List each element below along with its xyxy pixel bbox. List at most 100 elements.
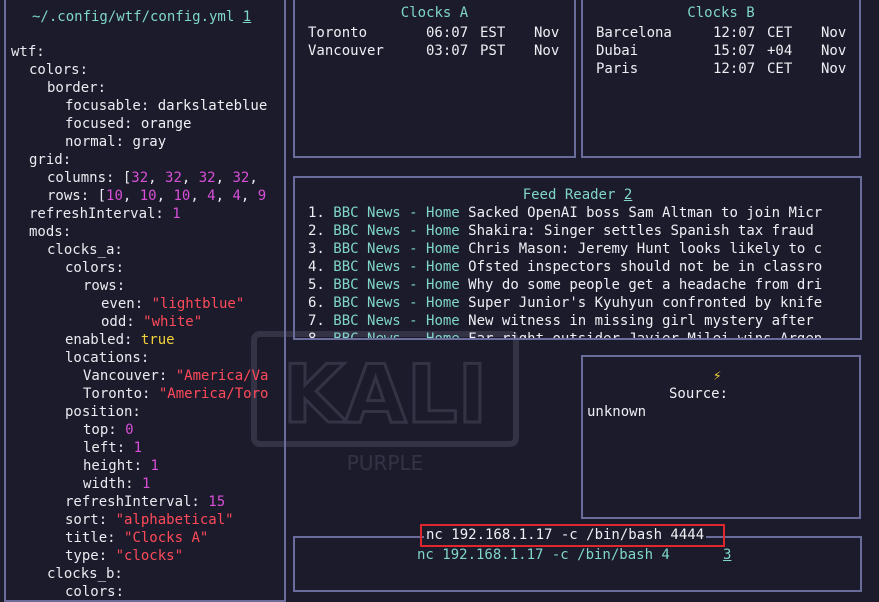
config-token: 1	[142, 476, 151, 492]
config-token: 9	[257, 188, 267, 204]
config-line: left: 1	[83, 439, 142, 457]
feed-reader-title-text: Feed Reader	[522, 187, 616, 203]
config-token: border:	[47, 80, 107, 96]
clock-zone: CET	[767, 25, 793, 41]
clock-time: 15:07	[713, 43, 756, 59]
feed-item-number: 8.	[308, 331, 325, 340]
config-token: ,	[249, 170, 258, 186]
config-token: "America/Toro	[158, 386, 269, 402]
config-token: enabled:	[65, 332, 141, 348]
feed-item-source: BBC News - Home	[333, 313, 460, 329]
config-line: type: "clocks"	[65, 547, 183, 565]
config-line: Toronto: "America/Toro	[83, 385, 268, 403]
feed-reader-title: Feed Reader 2	[295, 186, 860, 204]
power-source-label: Source:	[669, 386, 729, 402]
config-token: ,	[122, 188, 140, 204]
clocks-a-pane[interactable]: Clocks A Toronto 06:07 EST Nov Vancouver 03:0…	[293, 0, 576, 158]
feed-item-number: 5.	[308, 277, 325, 293]
config-token: even:	[101, 296, 152, 312]
config-line: sort: "alphabetical"	[65, 511, 234, 529]
clock-city: Barcelona	[596, 25, 672, 41]
clocks-b-title: Clocks B	[687, 5, 755, 21]
clock-month: Nov	[821, 61, 847, 77]
config-token: position:	[65, 404, 141, 420]
config-line: enabled: true	[65, 331, 175, 349]
config-token: clocks_b:	[47, 566, 123, 582]
config-token: Toronto:	[83, 386, 159, 402]
feed-item[interactable]: 8. BBC News - Home Far-right outsider Ja…	[308, 330, 822, 340]
config-token: 0	[125, 422, 134, 438]
config-token: "white"	[143, 314, 203, 330]
feed-item[interactable]: 6. BBC News - Home Super Junior's Kyuhyu…	[308, 294, 822, 312]
config-line: focusable: darkslateblue	[65, 97, 267, 115]
config-line: rows:	[83, 277, 125, 295]
feed-reader-pane[interactable]: Feed Reader 2 1. BBC News - Home Sacked …	[293, 176, 862, 340]
clock-city: Toronto	[308, 25, 368, 41]
config-token: top:	[83, 422, 126, 438]
config-token: ,	[181, 170, 199, 186]
feed-item[interactable]: 3. BBC News - Home Chris Mason: Jeremy H…	[308, 240, 822, 258]
feed-item-source: BBC News - Home	[333, 241, 460, 257]
feed-item[interactable]: 5. BBC News - Home Why do some people ge…	[308, 276, 822, 294]
config-token: "America/Va	[175, 368, 269, 384]
config-token: rows:	[83, 278, 126, 294]
clock-month: Nov	[534, 43, 560, 59]
clocks-b-pane[interactable]: Clocks B Barcelona 12:07 CET Nov Dubai 15:07 +…	[581, 0, 861, 158]
config-token: 4	[232, 188, 241, 204]
power-pane[interactable]: ⚡ Source: unknown	[581, 355, 861, 519]
clock-time: 12:07	[713, 61, 756, 77]
config-line: rows: [10, 10, 10, 4, 4, 9	[47, 187, 266, 205]
config-token: "lightblue"	[151, 296, 245, 312]
clock-zone: +04	[767, 43, 793, 59]
logo-text: KALI	[283, 348, 488, 441]
kali-purple-logo: KALI PURPLE	[251, 331, 519, 475]
config-pane-title: ~/.config/wtf/config.yml 1	[32, 8, 251, 26]
config-token: columns: [	[47, 170, 132, 186]
config-line: Vancouver: "America/Va	[83, 367, 268, 385]
command-output: nc 192.168.1.17 -c /bin/bash 4	[417, 547, 670, 563]
config-line: refreshInterval: 1	[29, 205, 181, 223]
config-token: 10	[173, 188, 191, 204]
config-line: colors:	[29, 61, 88, 79]
config-token: darkslateblue	[157, 98, 268, 114]
config-line: grid:	[29, 151, 71, 169]
config-token: "Clocks A"	[124, 530, 209, 546]
config-line: refreshInterval: 15	[65, 493, 225, 511]
config-token: clocks_a:	[47, 242, 123, 258]
feed-item-headline: Shakira: Singer settles Spanish tax frau…	[468, 223, 814, 239]
clock-city: Vancouver	[308, 43, 384, 59]
feed-item-number: 6.	[308, 295, 325, 311]
feed-item[interactable]: 4. BBC News - Home Ofsted inspectors sho…	[308, 258, 822, 276]
feed-item-source: BBC News - Home	[333, 277, 460, 293]
config-line: wtf:	[11, 43, 45, 61]
feed-item-source: BBC News - Home	[333, 331, 460, 340]
power-source-value: unknown	[587, 404, 647, 420]
clock-city: Dubai	[596, 43, 639, 59]
config-token: normal:	[65, 134, 133, 150]
config-line: locations:	[65, 349, 149, 367]
clock-month: Nov	[821, 25, 847, 41]
clock-time: 06:07	[426, 25, 469, 41]
config-token: true	[140, 332, 175, 348]
config-token: width:	[83, 476, 143, 492]
config-line: odd: "white"	[101, 313, 202, 331]
feed-item[interactable]: 1. BBC News - Home Sacked OpenAI boss Sa…	[308, 204, 822, 222]
config-pane[interactable]: ~/.config/wtf/config.yml 1 wtf: colors: bo…	[4, 0, 286, 602]
feed-item[interactable]: 2. BBC News - Home Shakira: Singer settl…	[308, 222, 814, 240]
highlight-box	[420, 524, 725, 547]
config-token: mods:	[29, 224, 72, 240]
clock-zone: CET	[767, 61, 793, 77]
logo-subtext: PURPLE	[347, 451, 423, 475]
config-token: "clocks"	[115, 548, 184, 564]
config-line: border:	[47, 79, 106, 97]
feed-item-source: BBC News - Home	[333, 259, 460, 275]
config-token: colors:	[29, 62, 89, 78]
feed-item[interactable]: 7. BBC News - Home New witness in missin…	[308, 312, 814, 330]
config-line: mods:	[29, 223, 71, 241]
feed-item-headline: Super Junior's Kyuhyun confronted by kni…	[468, 295, 823, 311]
config-line: columns: [32, 32, 32, 32,	[47, 169, 258, 187]
clock-zone: PST	[480, 43, 506, 59]
feed-reader-hotkey: 2	[623, 187, 633, 203]
config-line: clocks_a:	[47, 241, 123, 259]
config-line: width: 1	[83, 475, 150, 493]
